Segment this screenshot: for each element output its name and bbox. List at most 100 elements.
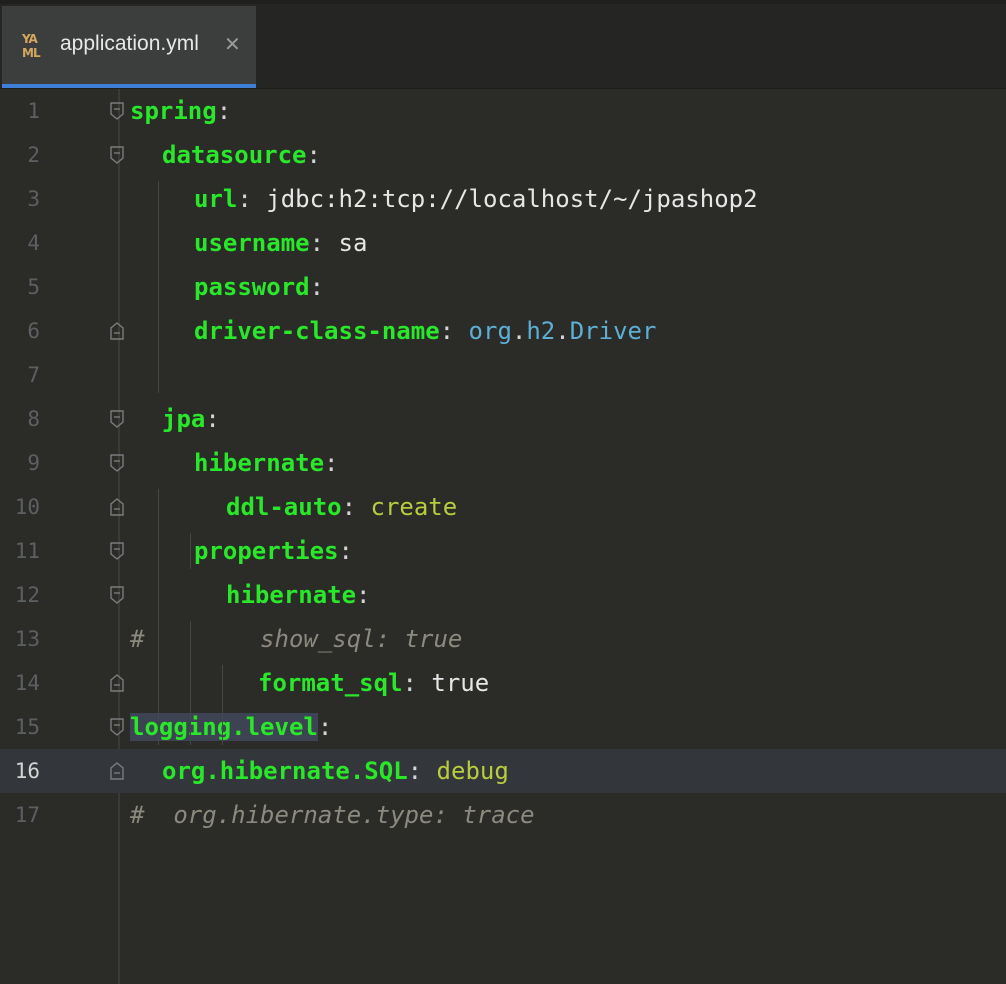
code-line[interactable]: 13 # show_sql: true	[0, 617, 1006, 661]
line-number: 2	[27, 143, 40, 167]
fold-open-icon[interactable]	[109, 409, 125, 429]
line-number: 15	[14, 715, 40, 739]
yaml-comment: show_sql: true	[144, 625, 463, 653]
yaml-key: password	[194, 273, 310, 301]
tab-application-yml[interactable]: YA ML application.yml ✕	[2, 6, 256, 88]
yaml-value: :	[407, 757, 437, 785]
code-line[interactable]: 10 ddl-auto: create	[0, 485, 1006, 529]
close-icon[interactable]: ✕	[224, 32, 241, 56]
indent-guide	[190, 621, 191, 745]
fold-open-icon[interactable]	[109, 541, 125, 561]
yaml-key: url	[194, 185, 238, 213]
fold-open-icon[interactable]	[109, 453, 125, 473]
code-text: hibernate:	[194, 449, 339, 477]
code-line[interactable]: 5 password:	[0, 265, 1006, 309]
tab-title: application.yml	[60, 32, 199, 55]
yaml-value: h2	[526, 317, 556, 345]
yaml-key: hibernate	[194, 449, 325, 477]
yaml-value: :	[439, 317, 469, 345]
yaml-key: hibernate	[226, 581, 357, 609]
line-number: 13	[14, 627, 40, 651]
fold-close-icon[interactable]	[109, 321, 125, 341]
code-line[interactable]: 6 driver-class-name: org.h2.Driver	[0, 309, 1006, 353]
code-line[interactable]: 2 datasource:	[0, 133, 1006, 177]
yaml-value: debug	[436, 757, 509, 785]
code-line[interactable]: 11 properties:	[0, 529, 1006, 573]
yaml-value: .	[555, 317, 570, 345]
indent-guide	[222, 665, 223, 745]
fold-open-icon[interactable]	[109, 585, 125, 605]
fold-open-icon[interactable]	[109, 717, 125, 737]
line-number: 17	[14, 803, 40, 827]
line-number: 6	[27, 319, 40, 343]
yaml-value: :	[309, 273, 325, 301]
code-line[interactable]: 14 format_sql: true	[0, 661, 1006, 705]
code-text: # org.hibernate.type: trace	[130, 801, 535, 829]
yaml-value: :	[324, 449, 339, 477]
yaml-value: :	[338, 537, 353, 565]
code-line[interactable]: 4 username: sa	[0, 221, 1006, 265]
yaml-value: :	[306, 141, 321, 169]
yaml-value: :	[237, 185, 267, 213]
yaml-comment: #	[130, 625, 145, 653]
indent-guide	[158, 181, 159, 393]
fold-close-icon[interactable]	[109, 497, 125, 517]
yaml-key: properties	[194, 537, 339, 565]
yaml-value: :	[317, 713, 333, 741]
code-text: ddl-auto: create	[226, 493, 457, 521]
yaml-value: true	[431, 669, 490, 697]
line-number: 12	[14, 583, 40, 607]
line-number: 1	[27, 99, 40, 123]
line-number: 5	[27, 275, 40, 299]
line-number: 8	[27, 407, 40, 431]
yaml-key: username	[194, 229, 310, 257]
yaml-value: :	[216, 97, 232, 125]
line-number: 14	[14, 671, 40, 695]
line-number: 16	[14, 759, 40, 783]
code-text: username: sa	[194, 229, 367, 257]
line-number: 9	[27, 451, 40, 475]
code-text: driver-class-name: org.h2.Driver	[194, 317, 656, 345]
yaml-key: ddl-auto	[226, 493, 342, 521]
code-text: org.hibernate.SQL: debug	[162, 757, 509, 785]
code-line[interactable]: 7	[0, 353, 1006, 397]
code-line[interactable]: 12 hibernate:	[0, 573, 1006, 617]
yaml-value: Driver	[569, 317, 657, 345]
code-text: jpa:	[162, 405, 220, 433]
code-text: hibernate:	[226, 581, 371, 609]
code-text: datasource:	[162, 141, 321, 169]
line-number: 11	[14, 539, 40, 563]
yaml-value: sa	[338, 229, 368, 257]
code-line[interactable]: 9 hibernate:	[0, 441, 1006, 485]
code-editor[interactable]: 1 spring: 2 datasource: 3 url: jdbc:h2:tcp://…	[0, 89, 1006, 984]
code-line[interactable]: 1 spring:	[0, 89, 1006, 133]
line-number: 10	[14, 495, 40, 519]
indent-guide	[158, 489, 159, 745]
code-text: format_sql: true	[258, 669, 489, 697]
fold-close-icon[interactable]	[109, 673, 125, 693]
code-line[interactable]: 17 # org.hibernate.type: trace	[0, 793, 1006, 837]
fold-close-icon[interactable]	[109, 761, 125, 781]
yaml-value: .	[511, 317, 527, 345]
indent-guide	[190, 533, 191, 569]
code-line[interactable]: 3 url: jdbc:h2:tcp://localhost/~/jpashop2	[0, 177, 1006, 221]
fold-open-icon[interactable]	[109, 145, 125, 165]
editor-tab-bar: YA ML application.yml ✕	[0, 4, 1006, 89]
yaml-comment: #	[130, 801, 145, 829]
code-text: # show_sql: true	[130, 625, 462, 653]
fold-open-icon[interactable]	[109, 101, 125, 121]
yaml-key: datasource	[162, 141, 307, 169]
code-line[interactable]: 8 jpa:	[0, 397, 1006, 441]
yaml-value: jdbc:h2:tcp://localhost/~/jpashop2	[266, 185, 758, 213]
yaml-key: spring	[130, 97, 217, 125]
yaml-comment: org.hibernate.type: trace	[144, 801, 535, 829]
yaml-key: driver-class-name	[194, 317, 440, 345]
yaml-key: format_sql	[258, 669, 403, 697]
line-number: 7	[27, 363, 40, 387]
code-line[interactable]: 16 org.hibernate.SQL: debug	[0, 749, 1006, 793]
yaml-value: create	[370, 493, 458, 521]
code-text: logging.level:	[130, 713, 332, 741]
yaml-value: :	[402, 669, 432, 697]
yaml-value: :	[356, 581, 371, 609]
code-line[interactable]: 15 logging.level:	[0, 705, 1006, 749]
